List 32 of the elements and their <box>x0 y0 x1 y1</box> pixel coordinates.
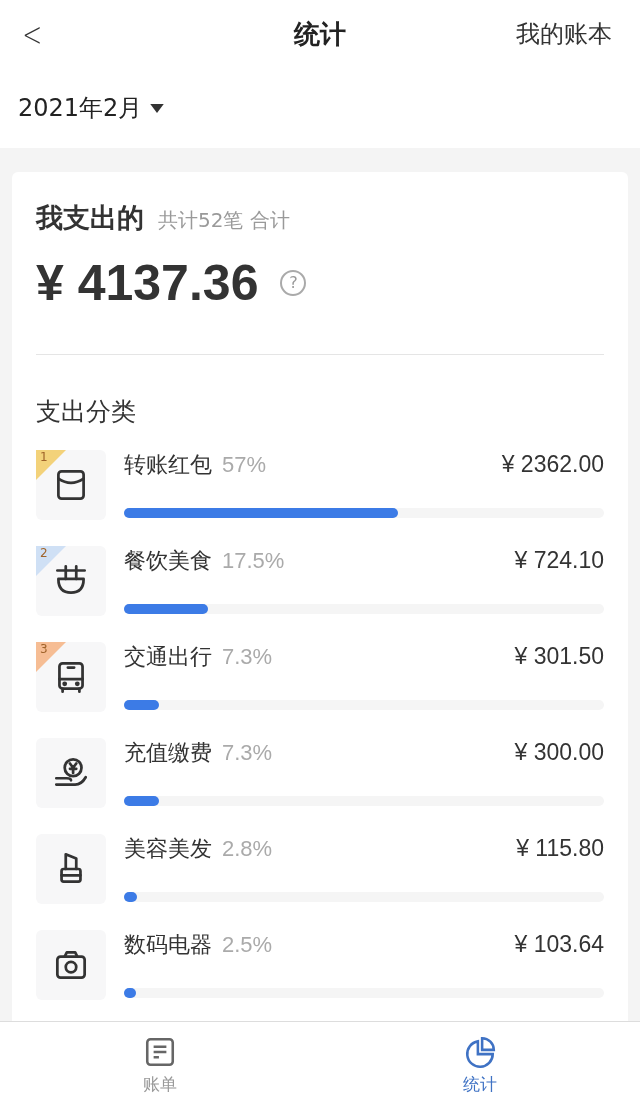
category-amount: ¥ 115.80 <box>516 835 604 862</box>
rank-number: 2 <box>40 546 48 560</box>
category-name: 数码电器 <box>124 931 212 959</box>
category-name: 充值缴费 <box>124 739 212 767</box>
category-percent: 7.3% <box>222 644 273 670</box>
category-amount: ¥ 103.64 <box>514 931 604 958</box>
category-amount: ¥ 301.50 <box>514 643 604 670</box>
category-name: 餐饮美食 <box>124 547 212 575</box>
summary-count: 共计52笔 合计 <box>158 207 290 234</box>
category-percent: 17.5% <box>222 548 285 574</box>
rank-number: 1 <box>40 450 48 464</box>
category-amount: ¥ 2362.00 <box>501 451 604 478</box>
section-title: 支出分类 <box>36 396 137 428</box>
summary-title: 我支出的 <box>36 201 144 235</box>
category-percent: 2.5% <box>222 932 273 958</box>
category-percent: 2.8% <box>222 836 273 862</box>
category-percent: 57% <box>222 452 267 478</box>
category-name: 美容美发 <box>124 835 212 863</box>
total-amount: ¥ 4137.36 <box>36 254 259 312</box>
page-title: 统计 <box>292 17 347 51</box>
back-button[interactable]: < <box>22 14 43 54</box>
category-name: 交通出行 <box>124 643 212 671</box>
category-amount: ¥ 724.10 <box>514 547 604 574</box>
caret-icon <box>150 103 165 113</box>
category-amount: ¥ 300.00 <box>514 739 604 766</box>
category-name: 转账红包 <box>124 451 212 479</box>
category-percent: 7.3% <box>222 740 273 766</box>
month-selector[interactable]: 2021年2月 <box>18 92 165 124</box>
ledger-link[interactable]: 我的账本 <box>516 18 612 50</box>
pie-chart-icon <box>463 1034 497 1069</box>
rank-number: 3 <box>40 642 48 656</box>
tab[interactable]: 统计 <box>320 1022 640 1108</box>
